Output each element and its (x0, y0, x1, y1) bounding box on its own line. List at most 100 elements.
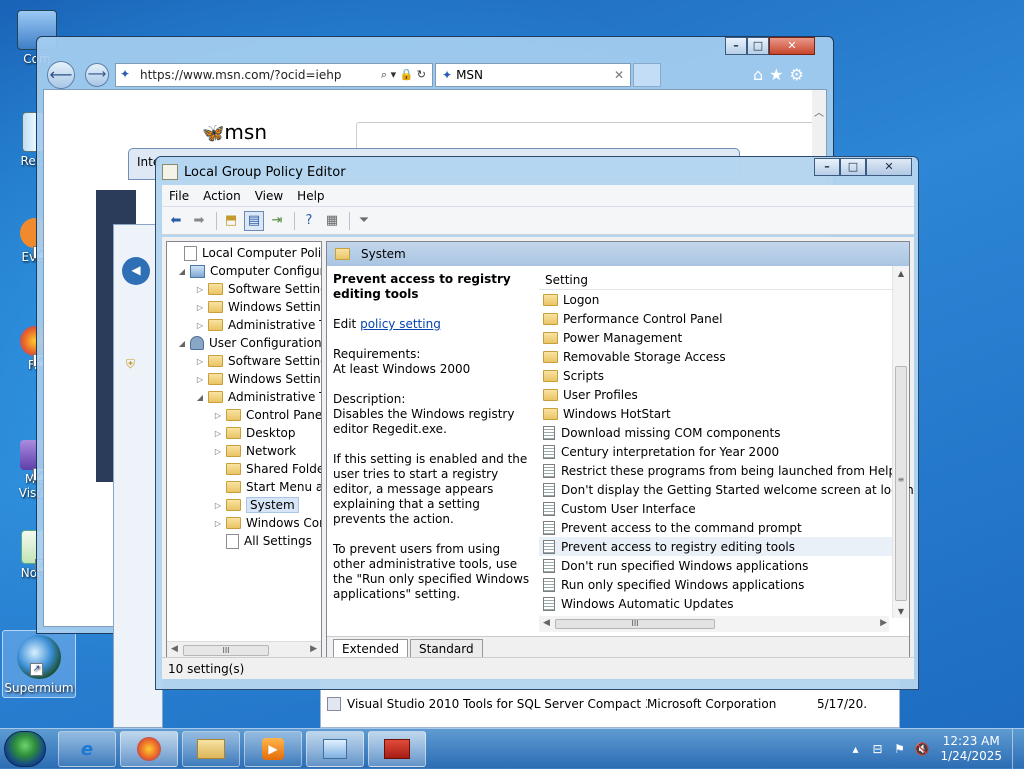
edit-policy-link[interactable]: policy setting (360, 317, 441, 331)
up-folder-icon[interactable]: ⬒ (221, 211, 241, 231)
ie-address-text[interactable]: https://www.msn.com/?ocid=iehp (140, 68, 341, 82)
collapsed-arrow-icon[interactable]: ▷ (195, 285, 205, 294)
tree-node[interactable]: ◢ Computer Configura (177, 262, 321, 280)
scroll-down-arrow-icon[interactable]: ▼ (893, 607, 909, 616)
list-item[interactable]: Windows Automatic Updates (539, 594, 907, 613)
tree-node[interactable]: ◢ User Configuration (177, 334, 321, 352)
scroll-right-arrow-icon[interactable]: ▶ (880, 618, 887, 628)
tree-node[interactable]: ▷ Network (213, 442, 296, 460)
tree-node[interactable]: ▷ Windows Setting (195, 370, 321, 388)
taskbar-toolbox-button[interactable] (368, 731, 426, 767)
tab-extended[interactable]: Extended (333, 639, 408, 658)
ie-close-button[interactable]: ✕ (769, 37, 815, 55)
tree-node[interactable]: Local Computer Policy (171, 244, 321, 262)
list-item[interactable]: Restrict these programs from being launc… (539, 461, 907, 480)
menu-action[interactable]: Action (196, 189, 248, 203)
list-header-setting[interactable]: Setting (539, 270, 907, 290)
menu-file[interactable]: File (162, 189, 196, 203)
tree-node[interactable]: ◢ Administrative Te (195, 388, 321, 406)
tree-node[interactable]: Start Menu ar (213, 478, 321, 496)
tree-node[interactable]: ▷ Administrative Te (195, 316, 321, 334)
list-item[interactable]: Prevent access to registry editing tools (539, 537, 907, 556)
menu-view[interactable]: View (248, 189, 290, 203)
list-vertical-scrollbar[interactable]: ▲ ≡ ▼ (892, 266, 909, 618)
list-item[interactable]: Windows HotStart (539, 404, 907, 423)
network-icon[interactable]: ⊟ (870, 742, 884, 756)
collapsed-arrow-icon[interactable]: ▷ (195, 303, 205, 312)
properties-icon[interactable]: ▦ (322, 211, 342, 231)
close-tab-icon[interactable]: ✕ (614, 68, 624, 82)
list-item[interactable]: Run only specified Windows applications (539, 575, 907, 594)
tree-node[interactable]: Shared Folder (213, 460, 321, 478)
list-item[interactable]: Power Management (539, 328, 907, 347)
list-item[interactable]: Download missing COM components (539, 423, 907, 442)
tree-node[interactable]: ▷ Control Panel (213, 406, 321, 424)
list-scroll-thumb[interactable]: ≡ (895, 366, 907, 601)
tree-scroll-thumb[interactable]: III (183, 645, 269, 656)
list-item[interactable]: Performance Control Panel (539, 309, 907, 328)
list-item[interactable]: Don't display the Getting Started welcom… (539, 480, 914, 499)
tree-node[interactable]: All Settings (213, 532, 312, 550)
tree-horizontal-scrollbar[interactable]: ◀ III ▶ (167, 641, 321, 658)
show-desktop-button[interactable] (1012, 729, 1024, 769)
help-icon[interactable]: ? (299, 211, 319, 231)
ie-new-tab-button[interactable] (633, 63, 661, 87)
ie-address-bar[interactable]: ✦ https://www.msn.com/?ocid=iehp ⌕ ▾ 🔒 ↻ (115, 63, 433, 87)
collapsed-arrow-icon[interactable]: ▷ (195, 321, 205, 330)
expanded-arrow-icon[interactable]: ◢ (177, 339, 187, 348)
search-lock-refresh-icon[interactable]: ⌕ ▾ 🔒 ↻ (381, 68, 426, 82)
list-item[interactable]: Logon (539, 290, 907, 309)
tab-standard[interactable]: Standard (410, 639, 483, 658)
taskbar-ie-button[interactable]: e (58, 731, 116, 767)
collapsed-arrow-icon[interactable]: ▷ (213, 519, 223, 528)
collapsed-arrow-icon[interactable]: ▷ (213, 429, 223, 438)
scroll-up-arrow-icon[interactable]: ▲ (893, 269, 909, 278)
tree-node[interactable]: ▷ Software Settings (195, 352, 321, 370)
tree-node[interactable]: ▷ Desktop (213, 424, 296, 442)
speaker-muted-icon[interactable]: 🔇 (914, 742, 929, 756)
list-hscroll-thumb[interactable]: III (555, 619, 715, 629)
ie-forward-button[interactable]: ⟶ (85, 63, 109, 87)
clock[interactable]: 12:23 AM 1/24/2025 (940, 734, 1002, 764)
gpe-titlebar[interactable]: Local Group Policy Editor (162, 161, 762, 183)
scroll-right-arrow-icon[interactable]: ▶ (310, 644, 317, 654)
menu-help[interactable]: Help (290, 189, 331, 203)
list-item[interactable]: Scripts (539, 366, 907, 385)
taskbar-media-player-button[interactable]: ▶ (244, 731, 302, 767)
gpe-minimize-button[interactable]: – (814, 158, 840, 176)
list-item[interactable]: Removable Storage Access (539, 347, 907, 366)
scroll-left-arrow-icon[interactable]: ◀ (543, 618, 550, 628)
collapsed-arrow-icon[interactable]: ▷ (195, 375, 205, 384)
list-horizontal-scrollbar[interactable]: ◀ III ▶ (539, 616, 889, 632)
gpe-maximize-button[interactable]: □ (840, 158, 866, 176)
tree-node[interactable]: ▷ System (213, 496, 299, 514)
action-center-flag-icon[interactable]: ⚑ (892, 742, 906, 756)
export-list-icon[interactable]: ⇥ (267, 211, 287, 231)
group-policy-editor-window[interactable]: Local Group Policy Editor – □ ✕ File Act… (155, 156, 919, 690)
collapsed-arrow-icon[interactable]: ▷ (213, 501, 223, 510)
ie-home-favorites-tools-icons[interactable]: ⌂★⚙ (753, 65, 810, 84)
tree-node[interactable]: ▷ Software Settings (195, 280, 321, 298)
show-hidden-icons-icon[interactable]: ▴ (848, 742, 862, 756)
scroll-up-arrow-icon[interactable]: ︿ (812, 104, 826, 119)
back-arrow-icon[interactable]: ⬅ (166, 211, 186, 231)
supermium-desktop-icon[interactable]: ↗ Supermium (2, 630, 76, 698)
back-arrow-icon[interactable]: ◀ (122, 257, 150, 285)
taskbar-explorer-button[interactable] (182, 731, 240, 767)
collapsed-arrow-icon[interactable]: ▷ (213, 411, 223, 420)
ie-tab-msn[interactable]: ✦ MSN ✕ (435, 63, 631, 87)
collapsed-arrow-icon[interactable]: ▷ (213, 447, 223, 456)
filter-icon[interactable]: ⏷ (354, 211, 374, 231)
list-item[interactable]: Don't run specified Windows applications (539, 556, 907, 575)
tree-node[interactable]: ▷ Windows Setting (195, 298, 321, 316)
ie-maximize-button[interactable]: □ (747, 37, 769, 55)
list-item[interactable]: Prevent access to the command prompt (539, 518, 907, 537)
taskbar-control-panel-button[interactable] (306, 731, 364, 767)
expanded-arrow-icon[interactable]: ◢ (195, 393, 205, 402)
list-item[interactable]: Visual Studio 2010 Tools for SQL Server … (327, 697, 897, 711)
taskbar-firefox-button[interactable] (120, 731, 178, 767)
gpe-close-button[interactable]: ✕ (866, 158, 912, 176)
start-button[interactable] (4, 731, 46, 767)
list-item[interactable]: Custom User Interface (539, 499, 907, 518)
show-hide-tree-icon[interactable]: ▤ (244, 210, 264, 231)
